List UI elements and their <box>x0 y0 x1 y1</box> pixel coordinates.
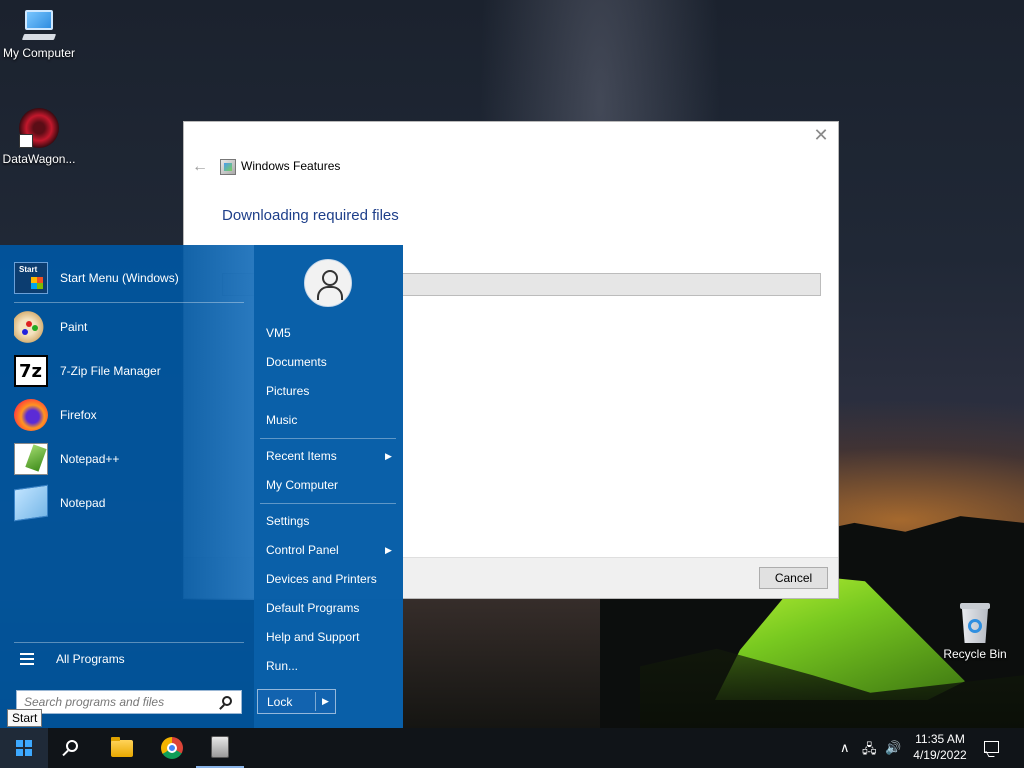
show-hidden-icons-chevron-icon[interactable]: ∧ <box>840 740 850 756</box>
separator <box>260 503 396 504</box>
clock-time: 11:35 AM <box>915 732 965 746</box>
start-menu-icon: Start <box>14 262 48 294</box>
submenu-arrow-icon: ▶ <box>385 545 392 555</box>
datawagon-icon <box>19 108 59 148</box>
search-icon <box>66 740 78 752</box>
file-explorer-icon <box>111 737 133 757</box>
taskbar-file-explorer[interactable] <box>98 728 146 768</box>
start-tooltip: Start <box>7 709 43 727</box>
lock-options-arrow-icon[interactable]: ▶ <box>322 696 329 707</box>
program-label: 7-Zip File Manager <box>60 364 161 378</box>
dialog-title: Windows Features <box>241 159 341 173</box>
desktop-icon-recycle-bin[interactable]: Recycle Bin <box>937 603 1013 661</box>
windows-logo-icon <box>16 740 32 756</box>
computer-icon <box>21 10 57 42</box>
right-item-settings[interactable]: Settings <box>266 514 309 528</box>
dialog-heading: Downloading required files <box>222 207 399 224</box>
program-label: Notepad++ <box>60 452 120 466</box>
program-start-menu-windows[interactable]: Start Start Menu (Windows) <box>14 258 244 298</box>
program-7zip[interactable]: 7z 7-Zip File Manager <box>14 351 244 391</box>
all-programs-button[interactable]: All Programs <box>20 652 125 666</box>
separator <box>260 438 396 439</box>
right-item-devices-printers[interactable]: Devices and Printers <box>266 572 377 586</box>
all-programs-label: All Programs <box>56 652 125 666</box>
program-label: Start Menu (Windows) <box>60 271 179 285</box>
program-label: Paint <box>60 320 88 334</box>
network-icon[interactable]: 🖧 <box>862 740 877 762</box>
right-item-default-programs[interactable]: Default Programs <box>266 601 359 615</box>
program-label: Notepad <box>60 496 106 510</box>
clock-date: 4/19/2022 <box>913 748 967 762</box>
search-box[interactable] <box>16 690 242 714</box>
start-button[interactable] <box>0 728 48 768</box>
right-item-pictures[interactable]: Pictures <box>266 384 309 398</box>
taskbar-search-button[interactable] <box>48 728 96 768</box>
desktop-icon-label: Recycle Bin <box>943 647 1007 661</box>
7zip-icon: 7z <box>14 355 48 387</box>
notepadpp-icon <box>14 443 48 475</box>
search-input[interactable] <box>24 691 214 713</box>
list-icon <box>20 653 34 665</box>
program-paint[interactable]: Paint <box>14 307 244 347</box>
right-item-vm5[interactable]: VM5 <box>266 326 291 340</box>
search-icon[interactable] <box>222 696 232 706</box>
desktop-icon-my-computer[interactable]: My Computer <box>1 10 77 60</box>
lock-label: Lock <box>267 695 293 709</box>
right-item-documents[interactable]: Documents <box>266 355 327 369</box>
taskbar-app[interactable] <box>196 728 244 768</box>
taskbar: ∧ 🖧 🔊 11:35 AM 4/19/2022 <box>0 728 1024 768</box>
clock[interactable]: 11:35 AM 4/19/2022 <box>900 731 980 763</box>
desktop-icon-label: My Computer <box>2 46 76 60</box>
right-item-help-support[interactable]: Help and Support <box>266 630 359 644</box>
notepad-icon <box>14 484 48 522</box>
right-item-control-panel[interactable]: Control Panel <box>266 543 339 557</box>
volume-icon[interactable]: 🔊 <box>885 740 901 756</box>
program-label: Firefox <box>60 408 97 422</box>
windows-features-icon <box>220 159 236 175</box>
program-notepadpp[interactable]: Notepad++ <box>14 439 244 479</box>
start-menu: Start Start Menu (Windows) Paint 7z 7-Zi… <box>0 245 403 728</box>
chrome-icon <box>161 737 183 759</box>
right-item-recent-items[interactable]: Recent Items <box>266 449 337 463</box>
lock-button[interactable]: Lock ▶ <box>257 689 336 714</box>
app-icon <box>211 736 229 758</box>
cancel-button[interactable]: Cancel <box>759 567 828 589</box>
right-item-run[interactable]: Run... <box>266 659 298 673</box>
right-item-my-computer[interactable]: My Computer <box>266 478 338 492</box>
user-avatar[interactable] <box>304 259 352 307</box>
paint-icon <box>14 311 48 343</box>
right-item-music[interactable]: Music <box>266 413 297 427</box>
firefox-icon <box>14 399 48 431</box>
separator <box>14 642 244 643</box>
recycle-bin-icon <box>958 603 992 643</box>
back-arrow-icon[interactable]: ← <box>192 158 208 176</box>
close-icon[interactable]: ✕ <box>812 126 830 144</box>
program-firefox[interactable]: Firefox <box>14 395 244 435</box>
desktop-icon-datawagon[interactable]: DataWagon... <box>1 108 77 166</box>
submenu-arrow-icon: ▶ <box>385 451 392 461</box>
desktop-icon-label: DataWagon... <box>2 152 76 166</box>
notification-icon[interactable] <box>984 741 999 753</box>
program-notepad[interactable]: Notepad <box>14 483 244 523</box>
separator <box>14 302 244 303</box>
taskbar-chrome[interactable] <box>148 728 196 768</box>
